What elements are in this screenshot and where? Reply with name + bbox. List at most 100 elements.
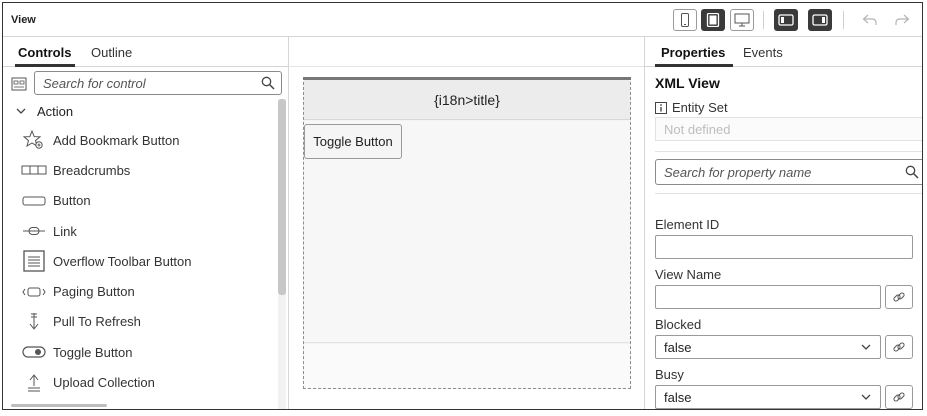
busy-value: false: [664, 389, 692, 405]
blocked-label: Blocked: [655, 317, 702, 332]
left-panel-icon: [778, 14, 794, 26]
properties-panel: Properties Events XML View Entity Set El…: [644, 37, 922, 409]
desktop-view-button[interactable]: [730, 9, 754, 31]
properties-heading: XML View: [655, 75, 720, 91]
undo-button[interactable]: [858, 9, 882, 31]
control-list: Add Bookmark Button Breadcrumbs Button L…: [3, 125, 275, 398]
canvas-toggle-button[interactable]: Toggle Button: [304, 124, 402, 159]
link-chain-icon: [893, 392, 905, 402]
undo-icon: [862, 14, 877, 25]
list-item-paging-button[interactable]: Paging Button: [3, 276, 275, 306]
entity-set-field[interactable]: [655, 117, 922, 141]
control-label: Upload Collection: [53, 375, 155, 391]
magnifier-icon[interactable]: [905, 165, 919, 179]
right-panel-icon: [812, 14, 828, 26]
entity-set-label-row: Entity Set: [655, 100, 728, 115]
page-footer-area[interactable]: [304, 344, 630, 388]
list-item-overflow-toolbar-button[interactable]: Overflow Toolbar Button: [3, 246, 275, 276]
toggle-left-panel-button[interactable]: [774, 9, 798, 31]
chevron-down-icon: [861, 344, 871, 350]
entity-set-label: Entity Set: [672, 100, 728, 115]
chevron-down-icon: [16, 108, 26, 114]
phone-view-button[interactable]: [673, 9, 697, 31]
link-chain-icon: [893, 342, 905, 352]
control-label: Pull To Refresh: [53, 314, 141, 330]
control-label: Add Bookmark Button: [53, 132, 180, 148]
tab-selected-indicator: [655, 64, 733, 67]
control-search-input[interactable]: [35, 72, 245, 94]
tablet-icon: [706, 13, 720, 27]
control-label: Toggle Button: [53, 344, 133, 360]
design-canvas: {i18n>title} Toggle Button: [289, 37, 644, 409]
property-search-field[interactable]: [655, 159, 922, 185]
view-name-field[interactable]: [655, 285, 881, 309]
element-id-field[interactable]: [655, 235, 913, 259]
property-search-input[interactable]: [656, 160, 886, 184]
control-label: Link: [53, 223, 77, 239]
tab-properties[interactable]: Properties: [661, 45, 725, 60]
tab-outline[interactable]: Outline: [91, 45, 132, 60]
paging-button-icon: [22, 287, 46, 297]
toolbar-title: View: [11, 14, 36, 26]
info-icon: [655, 101, 667, 114]
group-action-header[interactable]: Action: [15, 101, 73, 121]
horizontal-scrollbar[interactable]: [11, 404, 107, 407]
left-tab-bar: Controls Outline: [3, 37, 288, 67]
view-name-binding-button[interactable]: [885, 285, 913, 309]
busy-binding-button[interactable]: [885, 385, 913, 409]
redo-icon: [895, 14, 910, 25]
toolbar-divider: [763, 11, 764, 29]
element-id-input[interactable]: [656, 236, 912, 258]
page-preview[interactable]: {i18n>title} Toggle Button: [303, 77, 631, 389]
control-search-field[interactable]: [34, 71, 282, 95]
toggle-icon: [22, 346, 46, 358]
list-item-link[interactable]: Link: [3, 216, 275, 246]
blocked-select[interactable]: false: [655, 335, 881, 359]
button-icon: [22, 196, 46, 206]
scrollbar-thumb[interactable]: [278, 99, 286, 295]
tab-selected-indicator: [15, 64, 75, 67]
section-divider: [655, 151, 922, 152]
upload-icon: [28, 373, 40, 392]
controls-panel: Controls Outline Action Add Bookmark But…: [3, 37, 289, 409]
magnifier-icon[interactable]: [261, 76, 275, 90]
control-label: Breadcrumbs: [53, 162, 131, 178]
busy-label: Busy: [655, 367, 684, 382]
section-divider: [655, 193, 922, 194]
pull-to-refresh-icon: [29, 312, 39, 330]
toggle-right-panel-button[interactable]: [808, 9, 832, 31]
phone-icon: [681, 13, 689, 27]
right-tab-bar: Properties Events: [645, 37, 922, 67]
tab-events[interactable]: Events: [743, 45, 783, 60]
control-label: Overflow Toolbar Button: [53, 253, 192, 269]
list-item-add-bookmark-button[interactable]: Add Bookmark Button: [3, 125, 275, 155]
canvas-header-strip: [289, 37, 644, 67]
list-item-upload-collection[interactable]: Upload Collection: [3, 367, 275, 397]
page-title[interactable]: {i18n>title}: [304, 80, 630, 120]
busy-select[interactable]: false: [655, 385, 881, 409]
element-id-label: Element ID: [655, 217, 720, 232]
list-item-breadcrumbs[interactable]: Breadcrumbs: [3, 155, 275, 185]
toolbar-divider: [843, 11, 844, 29]
tablet-view-button[interactable]: [701, 9, 725, 31]
app-window: View Controls Outline Search for control…: [2, 2, 923, 410]
blocked-value: false: [664, 339, 692, 355]
bookmark-star-icon: [23, 130, 43, 149]
overflow-toolbar-icon: [23, 250, 45, 272]
view-name-input[interactable]: [656, 286, 880, 308]
redo-button[interactable]: [890, 9, 914, 31]
desktop-icon: [734, 13, 750, 27]
list-item-pull-to-refresh[interactable]: Pull To Refresh: [3, 307, 275, 337]
chevron-down-icon: [861, 394, 871, 400]
blocked-binding-button[interactable]: [885, 335, 913, 359]
tab-controls[interactable]: Controls: [18, 45, 71, 60]
control-label: Paging Button: [53, 284, 135, 300]
list-item-toggle-button[interactable]: Toggle Button: [3, 337, 275, 367]
filter-controls-icon[interactable]: [11, 77, 27, 93]
view-name-label: View Name: [655, 267, 722, 282]
group-action-label: Action: [37, 103, 74, 119]
toolbar: View: [3, 3, 922, 37]
entity-set-input[interactable]: [656, 118, 906, 140]
list-item-button[interactable]: Button: [3, 186, 275, 216]
page-content-area[interactable]: Toggle Button: [304, 121, 630, 343]
